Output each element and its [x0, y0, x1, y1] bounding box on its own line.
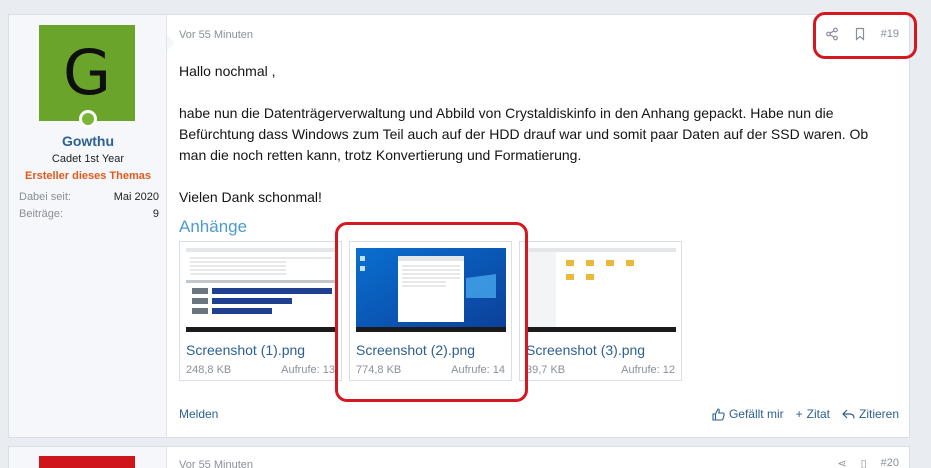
attachment-size: 248,8 KB: [186, 364, 232, 376]
attachment-card[interactable]: Screenshot (2).png 774,8 KB Aufrufe: 14: [349, 241, 512, 381]
attachment-thumbnail[interactable]: [356, 248, 506, 332]
reply-button[interactable]: Zitieren: [842, 407, 899, 421]
post-time[interactable]: Vor 55 Minuten: [179, 29, 253, 41]
like-label: Gefällt mir: [728, 407, 784, 421]
message-line: habe nun die Datenträgerverwaltung und A…: [179, 105, 869, 163]
bookmark-icon[interactable]: [853, 27, 867, 41]
thumbs-up-icon: [712, 407, 725, 421]
report-link[interactable]: Melden: [179, 407, 218, 421]
like-button[interactable]: Gefällt mir: [712, 407, 784, 421]
post-number[interactable]: #19: [881, 28, 899, 40]
user-stat-joined: Dabei seit: Mai 2020: [19, 191, 159, 203]
attachment-views: Aufrufe: 13: [281, 364, 335, 376]
user-stat-posts: Beiträge: 9: [19, 208, 159, 220]
attachments-title: Anhänge: [179, 217, 248, 236]
avatar[interactable]: [39, 456, 135, 468]
forum-post: G Gowthu Cadet 1st Year Ersteller dieses…: [8, 14, 910, 438]
attachment-thumbnail[interactable]: [526, 248, 676, 332]
attachment-views: Aufrufe: 12: [621, 364, 675, 376]
attachment-card[interactable]: Screenshot (3).png 39,7 KB Aufrufe: 12: [519, 241, 682, 381]
stat-label: Dabei seit:: [19, 191, 71, 203]
post-number[interactable]: #20: [881, 457, 899, 468]
reply-label: Zitieren: [858, 407, 899, 421]
reply-icon: [842, 409, 855, 419]
quote-label: Zitat: [806, 407, 830, 421]
attachment-size: 774,8 KB: [356, 364, 402, 376]
attachment-thumbnail[interactable]: [186, 248, 336, 332]
message-line: Hallo nochmal ,: [179, 63, 276, 79]
bookmark-icon[interactable]: ▯: [861, 457, 867, 468]
attachment-views: Aufrufe: 14: [451, 364, 505, 376]
speech-arrow: [167, 35, 175, 51]
forum-post-next: Vor 55 Minuten ⋖ ▯ #20: [8, 446, 910, 468]
attachment-card[interactable]: Screenshot (1).png 248,8 KB Aufrufe: 13: [179, 241, 342, 381]
online-status-icon: [79, 110, 97, 128]
avatar[interactable]: G: [39, 25, 135, 121]
stat-value: 9: [152, 208, 159, 220]
plus-icon: +: [795, 407, 803, 421]
attachment-name[interactable]: Screenshot (3).png: [526, 342, 645, 358]
message-line: Vielen Dank schonmal!: [179, 189, 322, 205]
username[interactable]: Gowthu: [9, 133, 167, 149]
stat-label: Beiträge:: [19, 208, 64, 220]
share-icon[interactable]: ⋖: [837, 457, 846, 468]
user-title: Cadet 1st Year: [51, 153, 125, 165]
post-actions-bottom: Gefällt mir + Zitat Zitieren: [712, 407, 899, 421]
post-actions-top: #19: [825, 27, 899, 41]
attachment-name[interactable]: Screenshot (2).png: [356, 342, 475, 358]
stat-value: Mai 2020: [113, 191, 159, 203]
share-icon[interactable]: [825, 27, 839, 41]
user-info-panel: [9, 447, 167, 468]
post-time[interactable]: Vor 55 Minuten: [179, 459, 253, 468]
attachment-name[interactable]: Screenshot (1).png: [186, 342, 305, 358]
post-message: Hallo nochmal , habe nun die Datenträger…: [179, 61, 899, 208]
quote-button[interactable]: + Zitat: [796, 407, 830, 421]
post-actions-top: ⋖ ▯ #20: [837, 457, 899, 468]
attachment-size: 39,7 KB: [526, 364, 566, 376]
thread-starter-badge: Ersteller dieses Themas: [25, 170, 151, 182]
user-info-panel: G Gowthu Cadet 1st Year Ersteller dieses…: [9, 15, 167, 437]
